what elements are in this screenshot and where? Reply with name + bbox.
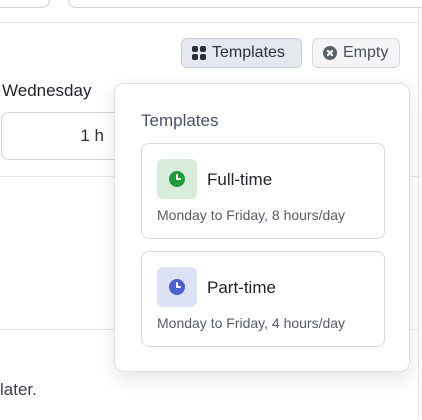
empty-button-label: Empty (343, 44, 389, 61)
hours-input-wednesday[interactable]: 1 h (1, 112, 131, 160)
divider (0, 22, 420, 23)
top-input-wide-partial[interactable] (68, 0, 422, 8)
template-description: Monday to Friday, 8 hours/day (157, 207, 346, 223)
day-label-wednesday: Wednesday (2, 81, 92, 100)
templates-button-label: Templates (212, 44, 285, 61)
x-circle-icon (323, 46, 337, 60)
clock-icon (169, 171, 185, 187)
template-card-part-time[interactable]: Part-time Monday to Friday, 4 hours/day (141, 251, 385, 347)
empty-button[interactable]: Empty (312, 38, 400, 68)
templates-button[interactable]: Templates (181, 38, 302, 68)
template-card-full-time[interactable]: Full-time Monday to Friday, 8 hours/day (141, 143, 385, 239)
template-description: Monday to Friday, 4 hours/day (157, 315, 346, 331)
template-icon-box (157, 267, 197, 307)
clock-icon (169, 279, 185, 295)
template-title: Part-time (207, 278, 276, 297)
top-input-partial[interactable] (0, 0, 50, 8)
templates-popover: Templates Full-time Monday to Friday, 8 … (114, 83, 410, 372)
partial-help-text: later. (0, 380, 37, 399)
popover-title: Templates (141, 111, 219, 130)
template-icon-box (157, 159, 197, 199)
grid-icon (192, 46, 206, 60)
template-title: Full-time (207, 170, 273, 189)
